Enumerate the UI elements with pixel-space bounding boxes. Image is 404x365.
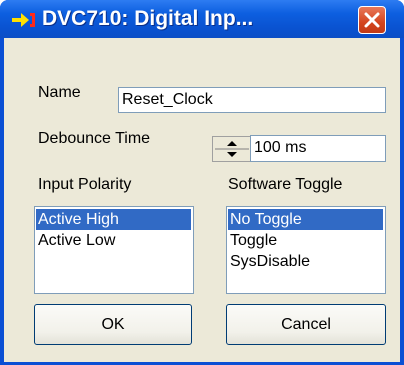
arrow-into-bracket-icon [12,11,36,29]
window-title: DVC710: Digital Inp... [42,7,254,30]
triangle-up-icon[interactable] [227,141,237,146]
software-toggle-item-no-toggle[interactable]: No Toggle [228,209,383,230]
debounce-time-label: Debounce Time [38,130,151,147]
input-polarity-list[interactable]: Active High Active Low [34,206,194,294]
software-toggle-list[interactable]: No Toggle Toggle SysDisable [226,206,386,294]
input-polarity-label: Input Polarity [38,176,132,193]
close-x-icon [364,12,380,28]
dialog-window: DVC710: Digital Inp... Name Reset_Clock … [0,0,404,365]
dialog-body: Name Reset_Clock Debounce Time 100 ms In… [4,38,400,362]
input-polarity-item-active-high[interactable]: Active High [36,209,191,230]
close-button[interactable] [358,6,386,34]
name-field[interactable]: Reset_Clock [118,87,386,113]
software-toggle-label: Software Toggle [228,176,343,193]
software-toggle-item-sysdisable[interactable]: SysDisable [228,251,383,272]
debounce-time-field[interactable]: 100 ms [250,135,386,162]
input-polarity-item-active-low[interactable]: Active Low [36,230,191,251]
debounce-spinner[interactable] [212,136,252,162]
triangle-down-icon[interactable] [227,152,237,157]
ok-button[interactable]: OK [34,304,192,345]
software-toggle-item-toggle[interactable]: Toggle [228,230,383,251]
name-label: Name [38,84,81,101]
title-bar[interactable]: DVC710: Digital Inp... [0,0,404,38]
cancel-button[interactable]: Cancel [226,304,386,345]
